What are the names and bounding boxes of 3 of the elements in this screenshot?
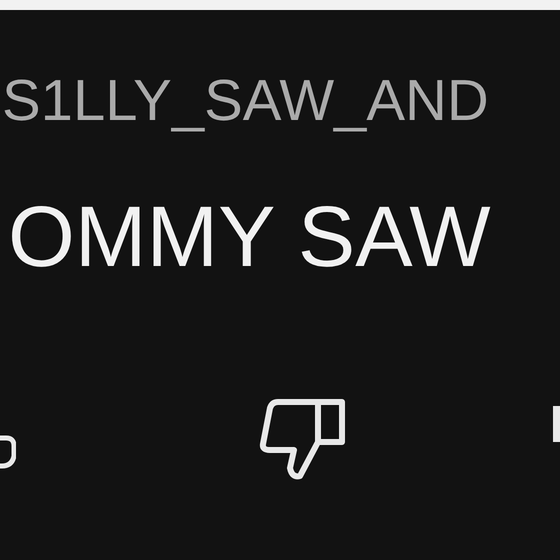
comment-author: S1LLY_SAW_AND [1, 72, 489, 130]
thumbs-down-icon[interactable] [258, 398, 346, 480]
comment-text: OMMY SAW [7, 194, 491, 280]
